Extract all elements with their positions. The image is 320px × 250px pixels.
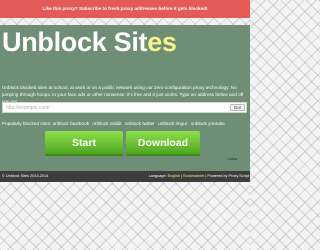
powered-by-link[interactable]: Powered by Proxy Script [207, 174, 249, 178]
download-button[interactable]: Download [126, 131, 200, 156]
logo-accent-text: es [147, 27, 177, 57]
start-button[interactable]: Start [45, 131, 123, 156]
language-label: Language: [148, 174, 167, 178]
links-label[interactable]: Links [228, 157, 237, 161]
language-select[interactable]: English [168, 174, 180, 178]
url-input[interactable] [3, 103, 231, 112]
popular-link-imgur[interactable]: unblock imgur [158, 121, 187, 126]
bookmarklet-link[interactable]: Bookmarklet [183, 174, 204, 178]
popular-link-youtube[interactable]: unblock youtube [191, 121, 225, 126]
logo-text: Unblock Sit [2, 27, 148, 57]
popular-link-twitter[interactable]: unblock twitter [125, 121, 155, 126]
subscribe-link[interactable]: Subscribe to fresh proxy addresses befor… [79, 6, 207, 11]
footer: © Unblock Sites 2013-2014 Language: Engl… [0, 171, 250, 182]
go-button[interactable]: Go! [230, 104, 245, 111]
promo-lead: Like this proxy? [42, 6, 78, 11]
popular-label: Popularly blocked sites: [2, 121, 52, 126]
site-logo[interactable]: Unblock Sites [2, 26, 177, 58]
promo-bar[interactable]: Like this proxy? Subscribe to fresh prox… [0, 0, 250, 18]
copyright-text: © Unblock Sites 2013-2014 [2, 174, 49, 178]
footer-right: Language: English | Bookmarklet | Powere… [148, 174, 249, 178]
url-form: Go! [2, 102, 247, 113]
popular-link-facebook[interactable]: unblock facebook [53, 121, 89, 126]
popular-sites: Popularly blocked sites: unblock faceboo… [2, 121, 248, 126]
popular-link-reddit[interactable]: unblock reddit [92, 121, 121, 126]
